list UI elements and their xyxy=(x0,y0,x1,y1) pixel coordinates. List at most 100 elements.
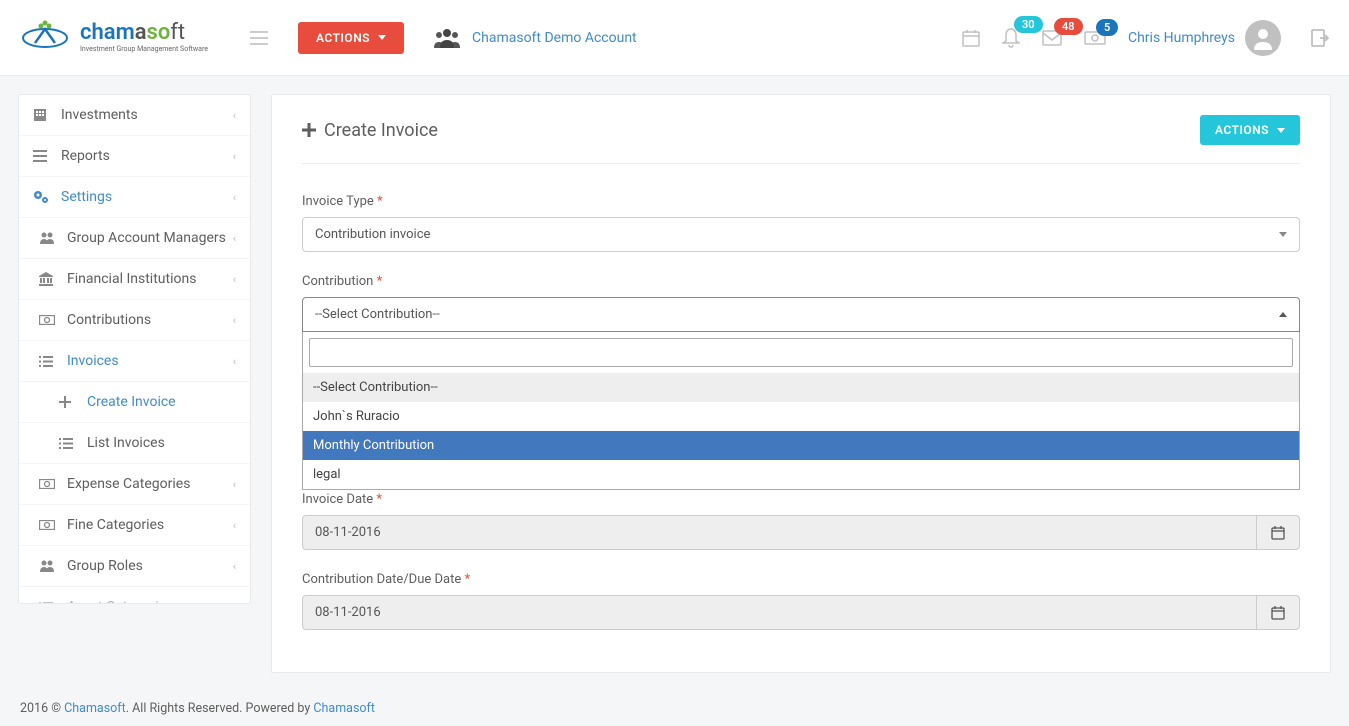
account-name: Chamasoft Demo Account xyxy=(472,30,637,46)
users-icon xyxy=(39,558,59,574)
chevron-left-icon: ‹ xyxy=(233,478,236,491)
sidebar-item-contributions[interactable]: Contributions ‹ xyxy=(19,300,250,341)
footer: 2016 © Chamasoft. All Rights Reserved. P… xyxy=(0,691,1349,726)
header-actions-label: ACTIONS xyxy=(316,31,370,45)
sidebar-item-list-invoices[interactable]: List Invoices xyxy=(19,423,250,464)
invoice-date-calendar-button[interactable] xyxy=(1257,515,1300,550)
chevron-left-icon: ‹ xyxy=(233,191,236,204)
contribution-option-legal[interactable]: legal xyxy=(303,460,1299,489)
bank-icon xyxy=(39,271,59,287)
wallet-badge: 5 xyxy=(1096,19,1118,36)
invoice-type-value: Contribution invoice xyxy=(315,227,430,242)
footer-link-chamasoft[interactable]: Chamasoft xyxy=(64,701,126,716)
logo-area[interactable]: chamasoft Investment Group Management So… xyxy=(20,18,240,58)
sidebar-item-reports[interactable]: Reports ‹ xyxy=(19,136,250,177)
contribution-select[interactable]: --Select Contribution-- xyxy=(302,297,1300,332)
sidebar-invoices-submenu: Create Invoice List Invoices xyxy=(19,382,250,464)
sidebar-settings-submenu: Group Account Managers ‹ Financial Insti… xyxy=(19,218,250,604)
main-layout: Investments ‹ Reports ‹ Settings ‹ Group… xyxy=(0,76,1349,691)
list-icon xyxy=(39,353,59,369)
chevron-left-icon: ‹ xyxy=(233,232,236,245)
footer-link-powered-by[interactable]: Chamasoft xyxy=(313,701,375,716)
sidebar-item-invoices[interactable]: Invoices ‹ xyxy=(19,341,250,382)
sidebar-item-financial-institutions[interactable]: Financial Institutions ‹ xyxy=(19,259,250,300)
sidebar-item-label: Contributions xyxy=(67,312,151,328)
contribution-select-wrap: --Select Contribution-- --Select Contrib… xyxy=(302,297,1300,332)
due-date-calendar-button[interactable] xyxy=(1257,595,1300,630)
sidebar-item-investments[interactable]: Investments ‹ xyxy=(19,95,250,136)
users-icon xyxy=(39,230,59,246)
header-actions-button[interactable]: ACTIONS xyxy=(298,22,404,54)
sidebar-item-label: Invoices xyxy=(67,353,119,369)
contribution-option-monthly[interactable]: Monthly Contribution xyxy=(303,431,1299,460)
invoice-date-label: Invoice Date * xyxy=(302,492,1300,507)
invoice-date-input[interactable]: 08-11-2016 xyxy=(302,515,1257,550)
chevron-down-icon xyxy=(1277,128,1285,133)
messages-badge: 48 xyxy=(1054,18,1083,35)
sidebar-item-label: Financial Institutions xyxy=(67,271,196,287)
page-title: Create Invoice xyxy=(302,120,438,141)
sidebar-item-label: Investments xyxy=(61,107,138,123)
list-icon xyxy=(59,435,79,451)
plus-icon xyxy=(59,394,79,410)
invoice-type-group: Invoice Type * Contribution invoice xyxy=(302,194,1300,252)
account-switcher[interactable]: Chamasoft Demo Account xyxy=(434,28,637,48)
sidebar-item-label: Group Account Managers xyxy=(67,230,226,246)
contribution-value: --Select Contribution-- xyxy=(315,307,440,322)
due-date-input-group: 08-11-2016 xyxy=(302,595,1300,630)
menu-toggle-icon[interactable] xyxy=(250,30,268,46)
caret-down-icon xyxy=(1279,232,1287,237)
contribution-dropdown: --Select Contribution-- John`s Ruracio M… xyxy=(302,332,1300,490)
calendar-icon xyxy=(1271,526,1285,540)
logo-icon xyxy=(20,18,70,58)
sidebar: Investments ‹ Reports ‹ Settings ‹ Group… xyxy=(18,94,251,604)
cogs-icon xyxy=(33,189,53,205)
page-title-text: Create Invoice xyxy=(324,120,438,141)
chevron-left-icon: ‹ xyxy=(233,273,236,286)
wallet-button[interactable]: 5 xyxy=(1084,31,1106,45)
chevron-left-icon: ‹ xyxy=(233,355,236,368)
sidebar-item-settings[interactable]: Settings ‹ xyxy=(19,177,250,218)
sidebar-item-asset-categories[interactable]: Asset Categories ‹ xyxy=(19,587,250,604)
money-icon xyxy=(39,517,59,533)
logout-icon xyxy=(1311,29,1329,47)
contribution-search-wrap xyxy=(303,332,1299,373)
sidebar-item-label: Group Roles xyxy=(67,558,143,574)
content-panel: Create Invoice ACTIONS Invoice Type * Co… xyxy=(271,94,1331,673)
due-date-value: 08-11-2016 xyxy=(315,605,381,620)
page-header: Create Invoice ACTIONS xyxy=(302,115,1300,164)
sidebar-item-create-invoice[interactable]: Create Invoice xyxy=(19,382,250,423)
logout-button[interactable] xyxy=(1311,29,1329,47)
calendar-button[interactable] xyxy=(962,29,980,47)
contribution-option-johns-ruracio[interactable]: John`s Ruracio xyxy=(303,402,1299,431)
due-date-input[interactable]: 08-11-2016 xyxy=(302,595,1257,630)
chevron-left-icon: ‹ xyxy=(233,109,236,122)
contribution-search-input[interactable] xyxy=(309,338,1293,367)
sidebar-item-label: Asset Categories xyxy=(67,599,173,604)
sidebar-item-expense-categories[interactable]: Expense Categories ‹ xyxy=(19,464,250,505)
sidebar-item-label: Expense Categories xyxy=(67,476,190,492)
sidebar-item-group-account-managers[interactable]: Group Account Managers ‹ xyxy=(19,218,250,259)
user-menu[interactable]: Chris Humphreys xyxy=(1128,20,1281,56)
sidebar-item-group-roles[interactable]: Group Roles ‹ xyxy=(19,546,250,587)
building-icon xyxy=(33,107,53,123)
notifications-button[interactable]: 30 xyxy=(1002,28,1020,48)
contribution-option-placeholder[interactable]: --Select Contribution-- xyxy=(303,373,1299,402)
user-name: Chris Humphreys xyxy=(1128,30,1235,46)
invoice-type-select[interactable]: Contribution invoice xyxy=(302,217,1300,252)
messages-button[interactable]: 48 xyxy=(1042,30,1062,46)
chevron-down-icon xyxy=(378,35,386,40)
invoice-date-group: Invoice Date * 08-11-2016 xyxy=(302,492,1300,550)
sidebar-item-fine-categories[interactable]: Fine Categories ‹ xyxy=(19,505,250,546)
sidebar-item-label: Settings xyxy=(61,189,112,205)
due-date-label: Contribution Date/Due Date * xyxy=(302,572,1300,587)
money-icon xyxy=(39,476,59,492)
invoice-date-value: 08-11-2016 xyxy=(315,525,381,540)
chevron-left-icon: ‹ xyxy=(233,560,236,573)
calendar-icon xyxy=(1271,606,1285,620)
calendar-icon xyxy=(962,29,980,47)
sidebar-item-label: List Invoices xyxy=(87,435,165,451)
page-actions-button[interactable]: ACTIONS xyxy=(1200,115,1300,145)
contribution-group: Contribution * --Select Contribution-- -… xyxy=(302,274,1300,332)
page-actions-label: ACTIONS xyxy=(1215,123,1269,137)
